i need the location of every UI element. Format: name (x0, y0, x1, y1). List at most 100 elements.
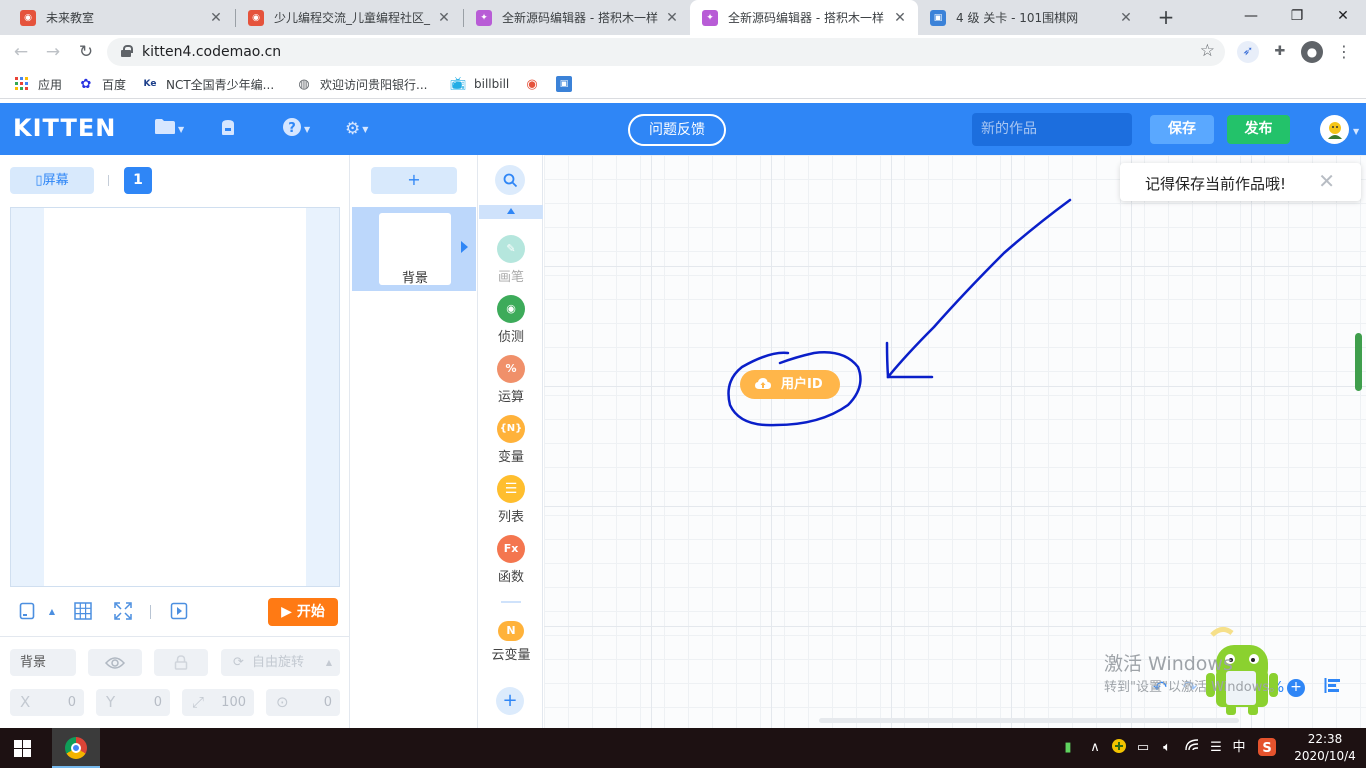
sprite-card-selected[interactable]: 背景 (352, 207, 476, 291)
x-value: 0 (67, 695, 76, 710)
restore-icon[interactable]: ❐ (1274, 0, 1320, 35)
category-lists[interactable]: ☰ 列表 (479, 475, 543, 531)
help-menu[interactable]: ? ▼ (282, 117, 311, 139)
minimize-icon[interactable]: — (1228, 0, 1274, 35)
browser-tab[interactable]: ▣ 4 级 关卡 - 101围棋网 ✕ (918, 0, 1144, 35)
y-position-field[interactable]: Y 0 (96, 689, 170, 716)
grid-line (1131, 155, 1132, 728)
browser-tab[interactable]: ◉ 少儿编程交流_儿童编程社区_ ✕ (236, 0, 462, 35)
project-name-input[interactable]: 新的作品 (972, 113, 1132, 146)
screen-page-number[interactable]: 1 (124, 167, 152, 194)
list-icon: ☰ (497, 475, 525, 503)
address-bar[interactable]: kitten4.codemao.cn ☆ (107, 38, 1225, 66)
size-field[interactable]: ⤢ 100 (182, 689, 254, 716)
close-icon[interactable]: ✕ (1318, 169, 1335, 193)
scroll-up-button[interactable] (479, 205, 543, 219)
ime-indicator[interactable]: 中 (1230, 738, 1248, 758)
grid-line (544, 386, 1366, 387)
tab-title: 全新源码编辑器 - 搭积木一样 (728, 11, 884, 25)
bookmark-baidu[interactable]: ✿ 百度 (78, 75, 126, 93)
file-menu[interactable]: ▼ (154, 119, 184, 139)
close-tab-icon[interactable]: ✕ (208, 10, 224, 26)
align-blocks-icon[interactable] (1322, 678, 1342, 698)
category-variables[interactable]: {N} 变量 (479, 415, 543, 471)
user-avatar[interactable] (1320, 115, 1349, 144)
windows-start-icon[interactable] (14, 740, 31, 757)
rotation-mode-select[interactable]: ⟳ 自由旋转 ▲ (221, 649, 340, 676)
bookmark-apps[interactable]: 应用 (14, 75, 62, 93)
chevron-down-icon[interactable]: ▼ (1353, 127, 1359, 136)
browser-menu-icon[interactable]: ⋮ (1333, 41, 1355, 63)
power-icon[interactable]: ▭ (1134, 738, 1152, 758)
direction-field[interactable]: ⊙ 0 (266, 689, 340, 716)
expand-arrow-icon[interactable] (461, 241, 468, 253)
browser-tab[interactable]: ◉ 未来教室 ✕ (8, 0, 234, 35)
forward-icon[interactable]: → (41, 40, 65, 64)
horizontal-scrollbar[interactable] (819, 718, 1239, 723)
close-tab-icon[interactable]: ✕ (664, 10, 680, 26)
bookmark-image[interactable]: ▣ (556, 75, 580, 93)
category-pen[interactable]: ✎ 画笔 (479, 235, 543, 291)
taskbar-chrome-app[interactable] (52, 728, 100, 768)
system-clock[interactable]: 22:38 2020/10/4 (1292, 731, 1358, 765)
x-position-field[interactable]: X 0 (10, 689, 84, 716)
close-tab-icon[interactable]: ✕ (1118, 10, 1134, 26)
close-tab-icon[interactable]: ✕ (892, 10, 908, 26)
sprite-name-field[interactable]: 背景 (10, 649, 76, 676)
screen-button[interactable]: ▯屏幕 (10, 167, 94, 194)
caret-up-icon[interactable]: ▲ (42, 602, 62, 622)
device-frame-icon[interactable] (17, 602, 37, 622)
stage-preview[interactable] (10, 207, 340, 587)
volume-icon[interactable]: 🔈︎ (1158, 738, 1176, 758)
back-icon[interactable]: ← (9, 40, 33, 64)
bookmark-bank[interactable]: ◍ 欢迎访问贵阳银行... (296, 75, 427, 93)
lock-toggle[interactable] (154, 649, 208, 676)
user-id-block[interactable]: 用户ID (740, 370, 840, 399)
browser-tab[interactable]: ✦ 全新源码编辑器 - 搭积木一样 ✕ (464, 0, 690, 35)
browser-tab-active[interactable]: ✦ 全新源码编辑器 - 搭积木一样 ✕ (690, 0, 918, 35)
grid-icon[interactable] (73, 602, 93, 622)
close-window-icon[interactable]: ✕ (1320, 0, 1366, 35)
bookmark-star-icon[interactable]: ☆ (1200, 41, 1215, 61)
sogou-input-icon[interactable]: S (1257, 738, 1277, 758)
settings-menu[interactable]: ⚙ ▼ (345, 119, 368, 139)
bookmark-codemao[interactable]: ◉ (524, 75, 548, 93)
bookmark-nct[interactable]: Ke NCT全国青少年编... (142, 75, 275, 93)
wifi-icon[interactable] (1183, 738, 1201, 758)
chevron-up-icon[interactable]: ∧ (1087, 738, 1103, 758)
tab-title: 4 级 关卡 - 101围棋网 (956, 11, 1079, 25)
kitten-logo[interactable]: KITTEN (13, 114, 116, 142)
add-sprite-button[interactable]: + (371, 167, 457, 194)
profile-icon[interactable]: ● (1301, 41, 1323, 63)
fullscreen-icon[interactable] (113, 602, 133, 622)
reload-icon[interactable]: ↻ (74, 40, 98, 64)
stage-canvas[interactable] (44, 208, 306, 586)
category-cloud-variables[interactable]: N 云变量 (479, 621, 543, 677)
add-extension-button[interactable]: + (496, 687, 524, 715)
close-tab-icon[interactable]: ✕ (436, 10, 452, 26)
publish-button[interactable]: 发布 (1227, 115, 1290, 144)
puzzle-extensions-icon[interactable]: ✚ (1269, 41, 1291, 63)
search-icon[interactable] (495, 165, 525, 195)
chevron-down-icon: ▼ (304, 124, 311, 134)
start-button[interactable]: ▶ 开始 (268, 598, 338, 626)
code-workspace[interactable]: 用户ID 记得保存当前作品哦! ✕ ↶ ↷ % + 激活 Windows 转到"… (544, 155, 1366, 728)
zoom-in-button[interactable]: + (1287, 679, 1305, 697)
notification-center-icon[interactable]: ☰ (1207, 738, 1225, 758)
new-tab-button[interactable]: + (1153, 4, 1179, 30)
category-sensing[interactable]: ◉ 侦测 (479, 295, 543, 351)
video-preview-icon[interactable] (169, 602, 189, 622)
save-button[interactable]: 保存 (1150, 115, 1214, 144)
nct-icon: Ke (143, 79, 157, 89)
app-tray-icon[interactable] (1110, 738, 1128, 758)
category-operators[interactable]: % 运算 (479, 355, 543, 411)
backpack-button[interactable] (218, 119, 238, 139)
bookmark-bilibili[interactable]: 📺︎ billbill (450, 75, 510, 93)
category-functions[interactable]: Fx 函数 (479, 535, 543, 591)
battery-charging-icon[interactable]: ▮ (1060, 738, 1076, 758)
vertical-scrollbar[interactable] (1355, 333, 1362, 391)
extension-icon[interactable]: ➶ (1237, 41, 1259, 63)
globe-icon: ◍ (298, 76, 310, 92)
feedback-button[interactable]: 问题反馈 (628, 114, 726, 146)
visibility-toggle[interactable] (88, 649, 142, 676)
